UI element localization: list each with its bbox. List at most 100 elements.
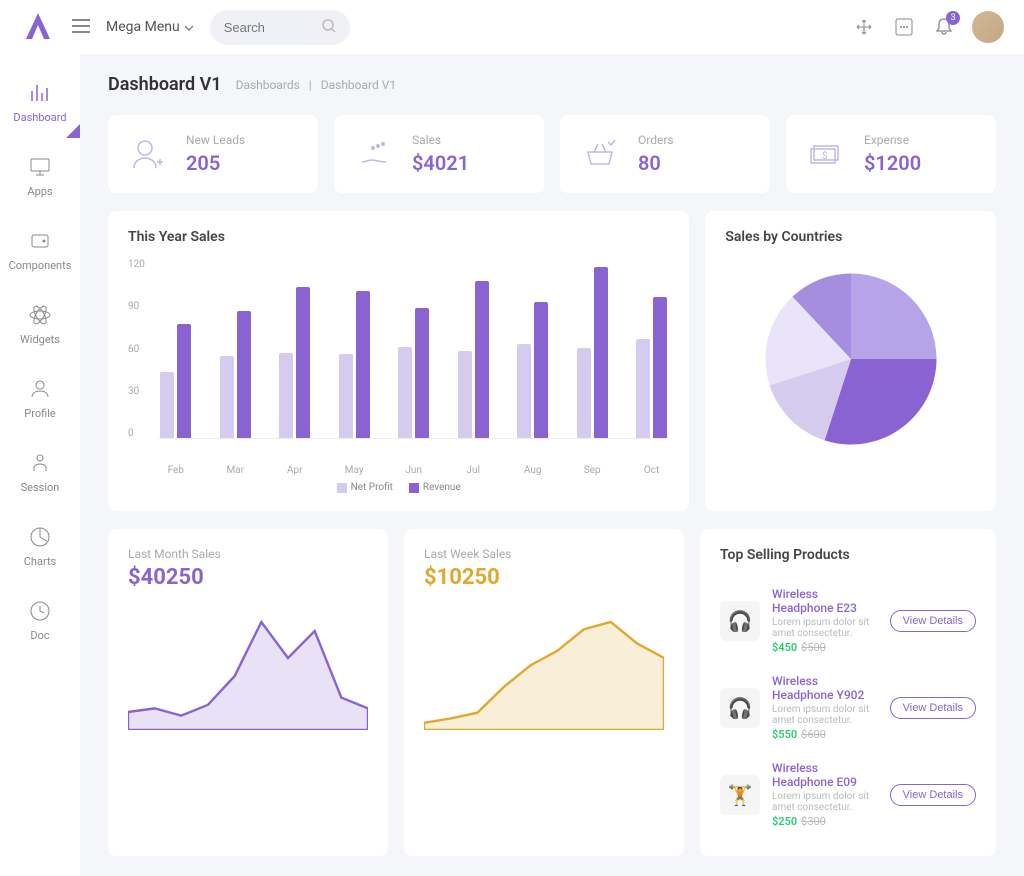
bell-icon[interactable]: 3 bbox=[932, 15, 956, 39]
bar-revenue[interactable] bbox=[475, 281, 489, 439]
mega-menu-dropdown[interactable]: Mega Menu bbox=[106, 19, 194, 35]
stat-value: 205 bbox=[186, 151, 245, 175]
bar-net[interactable] bbox=[279, 353, 293, 439]
atom-icon bbox=[26, 301, 54, 329]
product-desc: Lorem ipsum dolor sit amet consectetur. bbox=[772, 704, 878, 726]
cash-icon: $ bbox=[806, 134, 846, 174]
legend-item[interactable]: Net Profit bbox=[337, 482, 393, 493]
sidebar-item-label: Charts bbox=[24, 555, 56, 568]
product-desc: Lorem ipsum dolor sit amet consectetur. bbox=[772, 617, 878, 639]
stat-label: Orders bbox=[638, 133, 674, 147]
person-icon bbox=[26, 449, 54, 477]
mini-value: $40250 bbox=[128, 565, 368, 590]
sidebar-item-doc[interactable]: Doc bbox=[0, 582, 80, 656]
product-row: 🏋️Wireless Headphone E09Lorem ipsum dolo… bbox=[720, 751, 976, 838]
legend-item[interactable]: Revenue bbox=[409, 482, 461, 493]
user-icon bbox=[26, 375, 54, 403]
apps-icon[interactable] bbox=[892, 15, 916, 39]
bar-revenue[interactable] bbox=[415, 308, 429, 439]
bar-revenue[interactable] bbox=[534, 302, 548, 439]
bar-group bbox=[336, 291, 371, 438]
sidebar-item-apps[interactable]: Apps bbox=[0, 138, 80, 212]
clock-icon bbox=[26, 597, 54, 625]
bar-net[interactable] bbox=[220, 356, 234, 439]
sidebar-item-label: Widgets bbox=[20, 333, 60, 346]
product-name[interactable]: Wireless Headphone Y902 bbox=[772, 674, 878, 702]
stat-label: Sales bbox=[412, 133, 469, 147]
bar-group bbox=[515, 302, 550, 439]
wallet-icon bbox=[26, 227, 54, 255]
person-plus-icon bbox=[128, 134, 168, 174]
bar-chart-card: This Year Sales 1209060300 FebMarAprMayJ… bbox=[108, 211, 689, 511]
area-path bbox=[424, 622, 664, 730]
fullscreen-icon[interactable] bbox=[852, 15, 876, 39]
sidebar-item-label: Dashboard bbox=[13, 111, 66, 124]
bar-group bbox=[277, 287, 312, 439]
stat-value: $4021 bbox=[412, 151, 469, 175]
pie-slice[interactable] bbox=[851, 274, 937, 360]
product-name[interactable]: Wireless Headphone E09 bbox=[772, 761, 878, 789]
bar-group bbox=[217, 311, 252, 439]
stat-card: $Expense$1200 bbox=[786, 115, 996, 193]
product-old-price: $500 bbox=[801, 641, 826, 654]
bar-group bbox=[634, 297, 669, 438]
bar-revenue[interactable] bbox=[237, 311, 251, 439]
pie-icon bbox=[26, 523, 54, 551]
bar-net[interactable] bbox=[339, 354, 353, 438]
last-month-card: Last Month Sales $40250 bbox=[108, 529, 388, 856]
bar-net[interactable] bbox=[636, 339, 650, 438]
bar-net[interactable] bbox=[160, 372, 174, 438]
search-input[interactable] bbox=[224, 20, 322, 35]
area-path bbox=[128, 622, 368, 730]
product-row: 🎧 Wireless Headphone Y902Lorem ipsum dolo… bbox=[720, 664, 976, 751]
top-products-card: Top Selling Products 🎧 Wireless Headphone… bbox=[700, 529, 996, 856]
stat-card: New Leads 205 bbox=[108, 115, 318, 193]
view-details-button[interactable]: View Details bbox=[890, 610, 976, 632]
sidebar-item-widgets[interactable]: Widgets bbox=[0, 286, 80, 360]
bar-revenue[interactable] bbox=[594, 267, 608, 438]
product-name[interactable]: Wireless Headphone E23 bbox=[772, 587, 878, 615]
chevron-down-icon bbox=[184, 19, 194, 35]
sidebar-item-label: Profile bbox=[24, 407, 55, 420]
avatar[interactable] bbox=[972, 11, 1004, 43]
last-week-card: Last Week Sales $10250 bbox=[404, 529, 684, 856]
hamburger-icon[interactable] bbox=[72, 17, 90, 38]
bar-net[interactable] bbox=[517, 344, 531, 439]
product-row: 🎧 Wireless Headphone E23Lorem ipsum dolor… bbox=[720, 577, 976, 664]
bar-revenue[interactable] bbox=[356, 291, 370, 438]
sidebar-item-label: Doc bbox=[30, 629, 49, 642]
money-hand-icon bbox=[354, 134, 394, 174]
bar-net[interactable] bbox=[398, 347, 412, 439]
stat-label: Expense bbox=[864, 133, 921, 147]
mini-value: $10250 bbox=[424, 565, 664, 590]
bar-chart-title: This Year Sales bbox=[128, 229, 669, 245]
view-details-button[interactable]: View Details bbox=[890, 697, 976, 719]
bar-net[interactable] bbox=[458, 351, 472, 438]
bar-revenue[interactable] bbox=[177, 324, 191, 438]
sidebar-item-charts[interactable]: Charts bbox=[0, 508, 80, 582]
product-thumb: 🎧 bbox=[720, 688, 760, 728]
monitor-icon bbox=[26, 153, 54, 181]
product-desc: Lorem ipsum dolor sit amet consectetur. bbox=[772, 791, 878, 813]
bar-revenue[interactable] bbox=[296, 287, 310, 439]
sidebar-item-profile[interactable]: Profile bbox=[0, 360, 80, 434]
sidebar-item-dashboard[interactable]: Dashboard bbox=[0, 64, 80, 138]
search-box[interactable] bbox=[210, 10, 350, 45]
page-title: Dashboard V1 bbox=[108, 74, 222, 95]
basket-icon bbox=[580, 134, 620, 174]
logo[interactable] bbox=[20, 9, 56, 45]
products-title: Top Selling Products bbox=[720, 547, 976, 563]
mini-label: Last Week Sales bbox=[424, 547, 664, 561]
sidebar-item-components[interactable]: Components bbox=[0, 212, 80, 286]
bar-group bbox=[574, 267, 609, 438]
pie-chart-title: Sales by Countries bbox=[725, 229, 976, 245]
bar-group bbox=[455, 281, 490, 439]
stat-label: New Leads bbox=[186, 133, 245, 147]
sidebar-item-session[interactable]: Session bbox=[0, 434, 80, 508]
view-details-button[interactable]: View Details bbox=[890, 784, 976, 806]
bar-group bbox=[158, 324, 193, 438]
product-thumb: 🎧 bbox=[720, 601, 760, 641]
bar-net[interactable] bbox=[577, 348, 591, 438]
pie-chart-card: Sales by Countries bbox=[705, 211, 996, 511]
bar-revenue[interactable] bbox=[653, 297, 667, 438]
